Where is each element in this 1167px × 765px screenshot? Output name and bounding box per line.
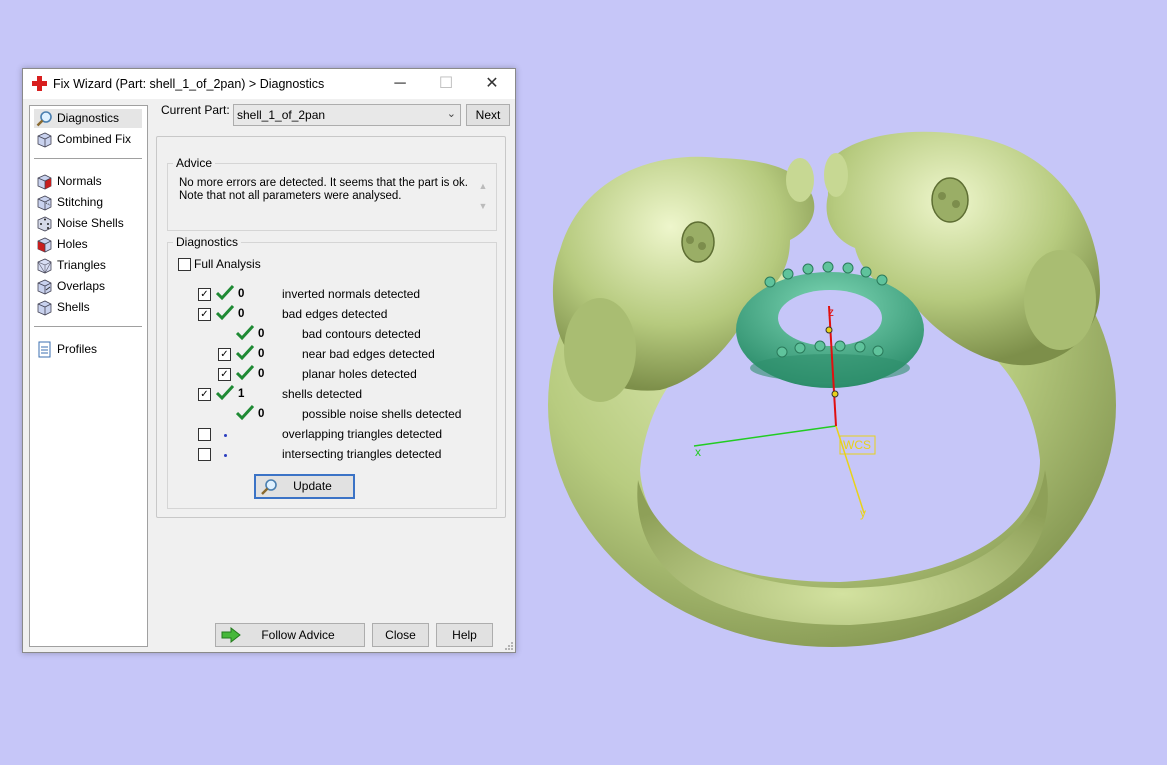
cube-stitching-icon xyxy=(37,195,52,211)
resize-grip-icon[interactable] xyxy=(504,641,514,651)
axis-y-label: y xyxy=(860,506,866,520)
current-part-label: Current Part: xyxy=(161,103,230,117)
magnifier-icon xyxy=(261,479,277,495)
wizard-navigation: Diagnostics Combined Fix Normals Stitchi… xyxy=(29,105,148,647)
maximize-button[interactable]: ☐ xyxy=(423,69,469,99)
green-arrow-right-icon xyxy=(221,627,241,643)
row-label: planar holes detected xyxy=(302,367,417,381)
row-label: inverted normals detected xyxy=(282,287,421,301)
row-label: near bad edges detected xyxy=(302,347,435,361)
axis-x-label: x xyxy=(695,445,701,459)
minimize-button[interactable]: ─ xyxy=(377,69,423,99)
row-label: possible noise shells detected xyxy=(302,407,462,421)
current-part-value: shell_1_of_2pan xyxy=(237,108,326,122)
cube-shells-icon xyxy=(37,300,52,316)
nav-item-overlaps[interactable]: Overlaps xyxy=(34,277,142,296)
green-check-icon xyxy=(216,285,234,301)
medical-cross-icon xyxy=(32,76,47,91)
axis-z-label: z xyxy=(828,305,834,319)
cube-icon xyxy=(37,132,52,148)
advice-text: No more errors are detected. It seems th… xyxy=(179,177,468,202)
nav-item-combined-fix[interactable]: Combined Fix xyxy=(34,130,142,149)
advice-group: Advice No more errors are detected. It s… xyxy=(167,156,497,231)
nav-item-normals[interactable]: Normals xyxy=(34,172,142,191)
nav-divider xyxy=(34,326,142,327)
nav-item-profiles[interactable]: Profiles xyxy=(34,340,142,359)
update-button[interactable]: Update xyxy=(254,474,355,499)
window-title: Fix Wizard (Part: shell_1_of_2pan) > Dia… xyxy=(53,77,325,91)
row-count: 0 xyxy=(258,368,265,380)
diagnostics-group: Diagnostics Full Analysis ✓ 0 inverted n… xyxy=(167,235,497,509)
row-label: bad contours detected xyxy=(302,327,421,341)
cube-overlap-icon xyxy=(37,279,52,295)
row-count: 1 xyxy=(238,388,245,400)
nav-item-triangles[interactable]: Triangles xyxy=(34,256,142,275)
row-checkbox[interactable]: ✓ xyxy=(198,308,211,321)
nav-divider xyxy=(34,158,142,159)
ring-model xyxy=(548,131,1116,647)
nav-item-shells[interactable]: Shells xyxy=(34,298,142,317)
row-count: 0 xyxy=(238,308,245,320)
title-bar[interactable]: Fix Wizard (Part: shell_1_of_2pan) > Dia… xyxy=(23,69,515,99)
row-label: shells detected xyxy=(282,387,363,401)
row-checkbox[interactable]: ✓ xyxy=(198,288,211,301)
main-panel: Advice No more errors are detected. It s… xyxy=(156,136,506,518)
row-count: 0 xyxy=(258,328,265,340)
row-count: 0 xyxy=(238,288,245,300)
nav-item-noise-shells[interactable]: Noise Shells xyxy=(34,214,142,233)
row-count: 0 xyxy=(258,348,265,360)
cube-red-face-icon xyxy=(37,174,52,190)
row-label: overlapping triangles detected xyxy=(282,427,443,441)
document-icon xyxy=(38,341,51,358)
advice-scrollbar[interactable]: ▲ ▼ xyxy=(476,176,490,222)
green-check-icon xyxy=(236,325,254,341)
cube-red-hole-icon xyxy=(37,237,52,253)
row-checkbox[interactable]: ✓ xyxy=(218,348,231,361)
close-button[interactable]: Close xyxy=(372,623,429,647)
green-check-icon xyxy=(236,405,254,421)
green-check-icon xyxy=(216,305,234,321)
green-check-icon xyxy=(236,345,254,361)
pending-dot-icon xyxy=(224,434,227,437)
nav-item-holes[interactable]: Holes xyxy=(34,235,142,254)
row-checkbox[interactable]: ✓ xyxy=(198,388,211,401)
row-checkbox[interactable] xyxy=(198,448,211,461)
row-checkbox[interactable]: ✓ xyxy=(218,368,231,381)
diagnostics-title: Diagnostics xyxy=(173,235,242,249)
pending-dot-icon xyxy=(224,454,227,457)
green-check-icon xyxy=(216,385,234,401)
nav-item-diagnostics[interactable]: Diagnostics xyxy=(34,109,142,128)
help-button[interactable]: Help xyxy=(436,623,493,647)
magnifier-icon xyxy=(36,111,52,127)
close-window-button[interactable]: ✕ xyxy=(469,69,515,99)
advice-title: Advice xyxy=(173,156,216,170)
row-label: intersecting triangles detected xyxy=(282,447,442,461)
full-analysis-checkbox[interactable] xyxy=(178,258,191,271)
next-button[interactable]: Next xyxy=(466,104,510,126)
green-check-icon xyxy=(236,365,254,381)
nav-item-stitching[interactable]: Stitching xyxy=(34,193,142,212)
row-count: 0 xyxy=(258,408,265,420)
cube-dice-icon xyxy=(37,216,52,232)
follow-advice-button[interactable]: Follow Advice xyxy=(215,623,365,647)
wcs-label: WCS xyxy=(843,438,871,452)
current-part-dropdown[interactable]: shell_1_of_2pan ⌄ xyxy=(233,104,461,126)
row-checkbox[interactable] xyxy=(198,428,211,441)
full-analysis-label: Full Analysis xyxy=(194,257,261,271)
fix-wizard-dialog: Fix Wizard (Part: shell_1_of_2pan) > Dia… xyxy=(22,68,516,653)
row-label: bad edges detected xyxy=(282,307,388,321)
chevron-down-icon: ⌄ xyxy=(446,108,456,120)
cube-wire-icon xyxy=(37,258,52,274)
